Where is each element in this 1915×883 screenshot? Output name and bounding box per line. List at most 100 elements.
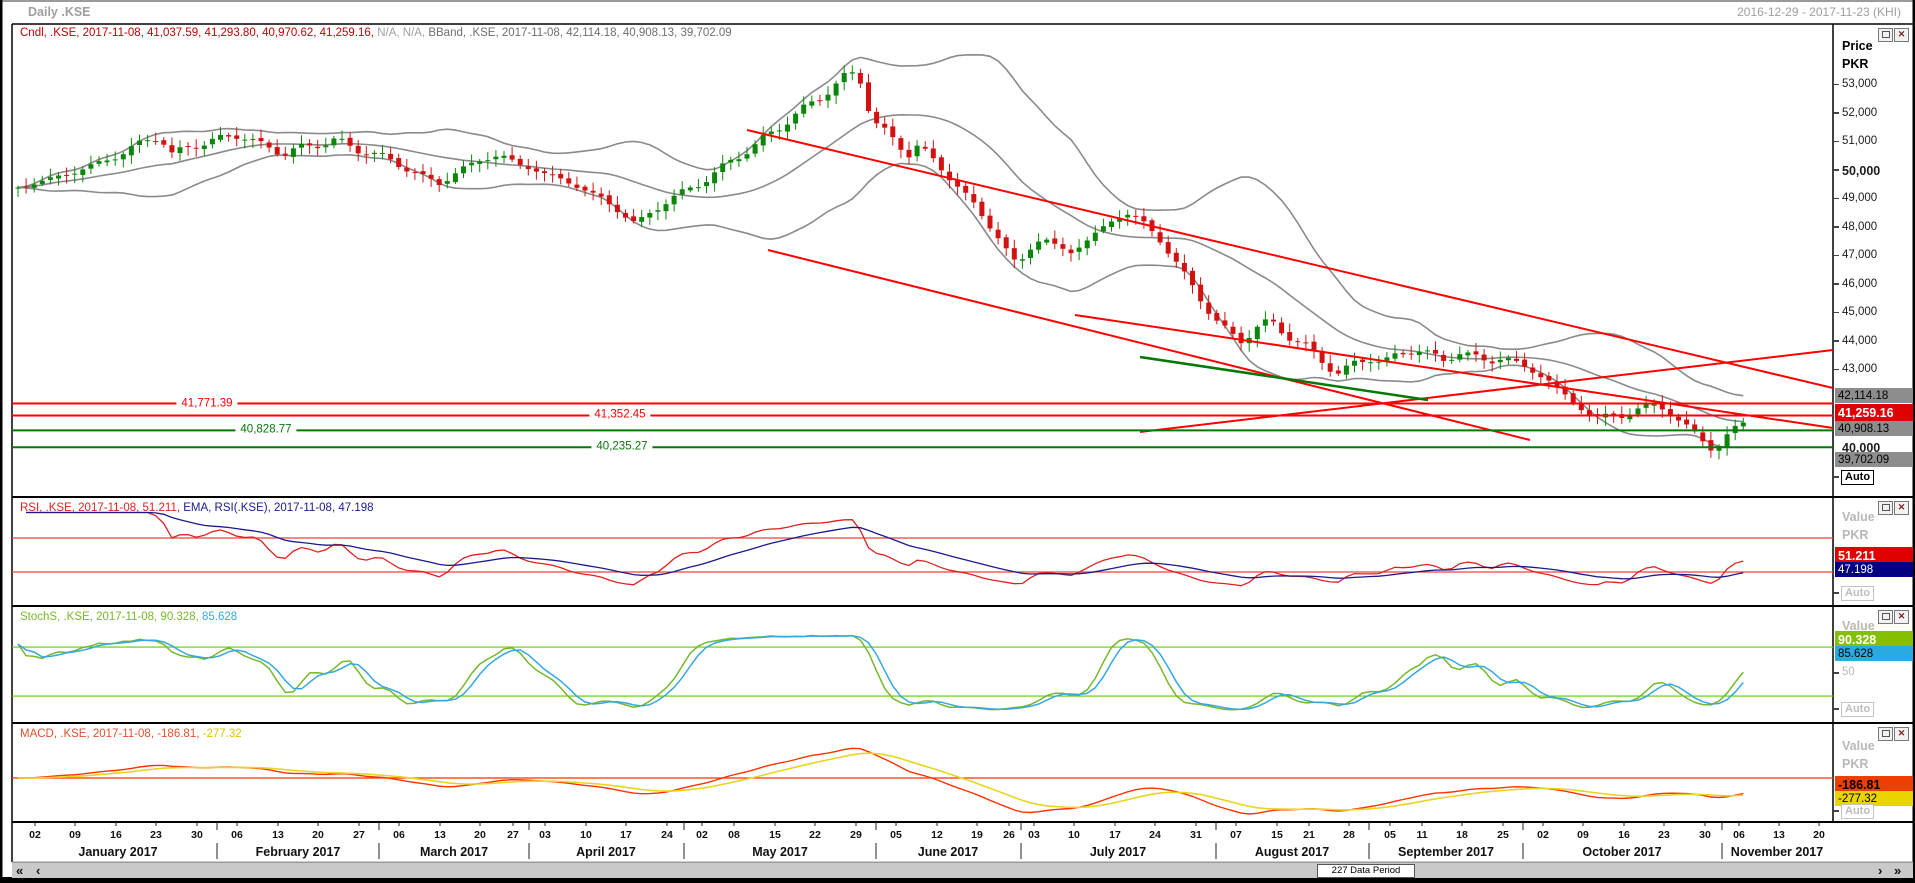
- macd-pane-auto-button[interactable]: Auto: [1841, 804, 1874, 819]
- day-tick-label: 25: [1497, 829, 1509, 841]
- rsi-pane-close-icon[interactable]: ✕: [1894, 501, 1909, 515]
- day-tick-label: 06: [231, 829, 243, 841]
- axis-header: Value: [1842, 740, 1875, 753]
- axis-header: Value: [1842, 511, 1875, 524]
- price-pane-value-badge: 40,908.13: [1835, 421, 1913, 436]
- stoch-pane-close-icon[interactable]: ✕: [1894, 610, 1909, 624]
- legend-segment: N/A, N/A,: [377, 27, 428, 39]
- day-tick-label: 06: [393, 829, 405, 841]
- month-label: May 2017: [752, 845, 808, 859]
- price-pane-auto-button[interactable]: Auto: [1841, 470, 1874, 485]
- month-label: January 2017: [78, 845, 157, 859]
- month-label: November 2017: [1731, 845, 1823, 859]
- stoch-pane-auto-button[interactable]: Auto: [1841, 702, 1874, 717]
- day-tick-label: 23: [150, 829, 162, 841]
- month-label: February 2017: [256, 845, 341, 859]
- macd-pane-close-icon[interactable]: ✕: [1894, 727, 1909, 741]
- axis-header: PKR: [1842, 758, 1868, 771]
- day-tick-label: 09: [69, 829, 81, 841]
- day-tick-label: 16: [1618, 829, 1630, 841]
- day-tick-label: 10: [1068, 829, 1080, 841]
- day-tick-label: 17: [620, 829, 632, 841]
- day-tick-label: 12: [931, 829, 943, 841]
- price-tick-label: 48,000: [1842, 221, 1877, 233]
- legend-segment: MACD, .KSE, 2017-11-08, -186.81,: [20, 728, 203, 740]
- day-tick-label: 15: [769, 829, 781, 841]
- day-tick-label: 08: [728, 829, 740, 841]
- day-tick-label: 16: [110, 829, 122, 841]
- legend-segment: BBand, .KSE, 2017-11-08, 42,114.18, 40,9…: [428, 27, 731, 39]
- rsi-legend: RSI, .KSE, 2017-11-08, 51.211, EMA, RSI(…: [20, 502, 374, 514]
- stoch-pane-minimize-icon[interactable]: [1878, 610, 1893, 624]
- legend-segment: RSI, .KSE, 2017-11-08, 51.211,: [20, 502, 183, 514]
- price-pane-close-icon[interactable]: ✕: [1894, 28, 1909, 42]
- day-tick-label: 20: [312, 829, 324, 841]
- stoch-pane-value-badge: 85.628: [1835, 646, 1913, 661]
- macd-pane-minimize-icon[interactable]: [1878, 727, 1893, 741]
- axis-tick-dash: [1834, 476, 1839, 478]
- axis-tick-dash: [1834, 810, 1839, 812]
- alert-line-label: 41,771.39: [176, 397, 237, 409]
- chart-window: Daily .KSE 2016-12-29 - 2017-11-23 (KHI)…: [0, 0, 1915, 883]
- price-legend: Cndl, .KSE, 2017-11-08, 41,037.59, 41,29…: [20, 27, 732, 39]
- price-pane-minimize-icon[interactable]: [1878, 28, 1893, 42]
- axis-tick-dash: [1834, 592, 1839, 594]
- day-tick-label: 27: [507, 829, 519, 841]
- day-tick-label: 02: [29, 829, 41, 841]
- month-label: April 2017: [576, 845, 636, 859]
- scroll-left-icon[interactable]: ‹: [36, 864, 40, 878]
- legend-segment: -277.32: [203, 728, 242, 740]
- rsi-pane-auto-button[interactable]: Auto: [1841, 586, 1874, 601]
- price-pane-value-badge: 42,114.18: [1835, 388, 1913, 403]
- legend-segment: Cndl, .KSE, 2017-11-08, 41,037.59, 41,29…: [20, 27, 377, 39]
- minimize-glyph: [1882, 613, 1890, 620]
- month-label: March 2017: [420, 845, 488, 859]
- stoch-legend: StochS, .KSE, 2017-11-08, 90.328, 85.628: [20, 611, 237, 623]
- scroll-right-icon[interactable]: ›: [1878, 864, 1882, 878]
- month-label: June 2017: [918, 845, 978, 859]
- data-period-box[interactable]: 227 Data Period: [1317, 864, 1415, 878]
- day-tick-label: 30: [1699, 829, 1711, 841]
- minimize-glyph: [1882, 31, 1890, 38]
- day-tick-label: 18: [1456, 829, 1468, 841]
- price-tick-label: 43,000: [1842, 363, 1877, 375]
- price-tick-label: 52,000: [1842, 107, 1877, 119]
- axis-tick-dash: [1834, 283, 1839, 285]
- day-tick-label: 05: [1384, 829, 1396, 841]
- date-range: 2016-12-29 - 2017-11-23 (KHI): [1737, 6, 1901, 18]
- price-tick-label: 44,000: [1842, 335, 1877, 347]
- day-tick-label: 07: [1230, 829, 1242, 841]
- legend-segment: StochS, .KSE, 2017-11-08, 90.328,: [20, 611, 202, 623]
- price-tick-label: 50,000: [1842, 164, 1880, 178]
- axis-tick-dash: [1834, 672, 1839, 674]
- axis-tick-dash: [1834, 141, 1839, 143]
- axis-header: PKR: [1842, 529, 1868, 542]
- scroll-far-left-icon[interactable]: «: [16, 864, 23, 878]
- day-tick-label: 09: [1577, 829, 1589, 841]
- day-tick-label: 06: [1733, 829, 1745, 841]
- axis-header: Price: [1842, 40, 1873, 53]
- day-tick-label: 21: [1303, 829, 1315, 841]
- minimize-glyph: [1882, 730, 1890, 737]
- day-tick-label: 10: [580, 829, 592, 841]
- price-tick-label: 46,000: [1842, 278, 1877, 290]
- axis-tick-dash: [1834, 84, 1839, 86]
- scroll-far-right-icon[interactable]: »: [1894, 864, 1901, 878]
- day-tick-label: 13: [1773, 829, 1785, 841]
- legend-segment: EMA, RSI(.KSE), 2017-11-08, 47.198: [183, 502, 373, 514]
- price-tick-label: 47,000: [1842, 249, 1877, 261]
- day-tick-label: 26: [1003, 829, 1015, 841]
- day-tick-label: 11: [1416, 829, 1427, 841]
- day-tick-label: 20: [1813, 829, 1825, 841]
- axis-tick-dash: [1834, 708, 1839, 710]
- alert-line-label: 40,828.77: [235, 424, 296, 436]
- day-tick-label: 15: [1271, 829, 1283, 841]
- day-tick-label: 03: [1028, 829, 1040, 841]
- axis-header: PKR: [1842, 58, 1868, 71]
- day-tick-label: 28: [1343, 829, 1355, 841]
- day-tick-label: 05: [890, 829, 902, 841]
- day-tick-label: 24: [1149, 829, 1161, 841]
- rsi-pane-minimize-icon[interactable]: [1878, 501, 1893, 515]
- day-tick-label: 20: [474, 829, 486, 841]
- scrollbar-track[interactable]: [12, 862, 1913, 878]
